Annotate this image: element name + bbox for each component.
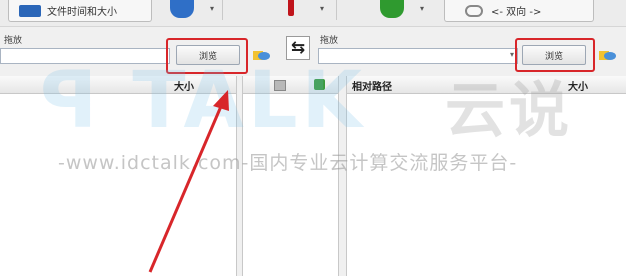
annotation-arrow [148,90,229,273]
